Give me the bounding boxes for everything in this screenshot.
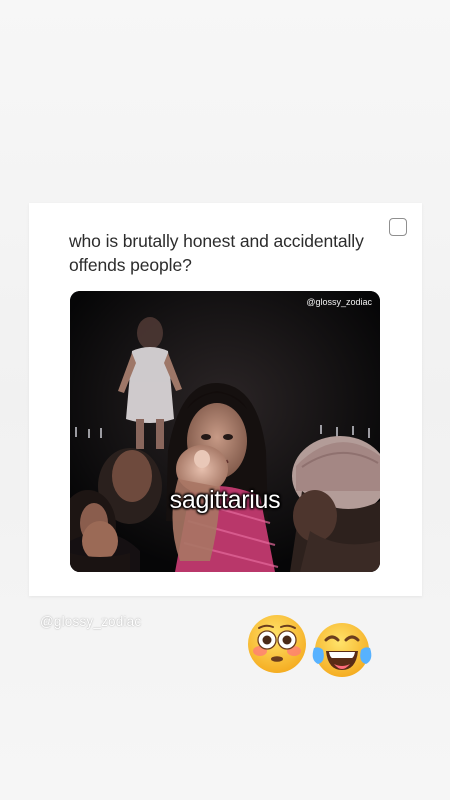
post-text: who is brutally honest and accidentally … — [69, 231, 364, 275]
mention-sticker[interactable]: @glossy_zodiac — [40, 614, 141, 629]
image-watermark: @glossy_zodiac — [306, 297, 372, 307]
shared-post-card[interactable]: who is brutally honest and accidentally … — [29, 203, 422, 596]
image-caption: sagittarius — [169, 486, 281, 514]
tears-of-joy-emoji-icon[interactable] — [310, 618, 374, 682]
post-photo: @glossy_zodiac sagittarius — [70, 291, 380, 572]
party-photo-illustration — [70, 291, 380, 572]
select-checkbox-icon[interactable] — [389, 218, 407, 236]
flushed-face-emoji-icon[interactable] — [246, 613, 308, 675]
